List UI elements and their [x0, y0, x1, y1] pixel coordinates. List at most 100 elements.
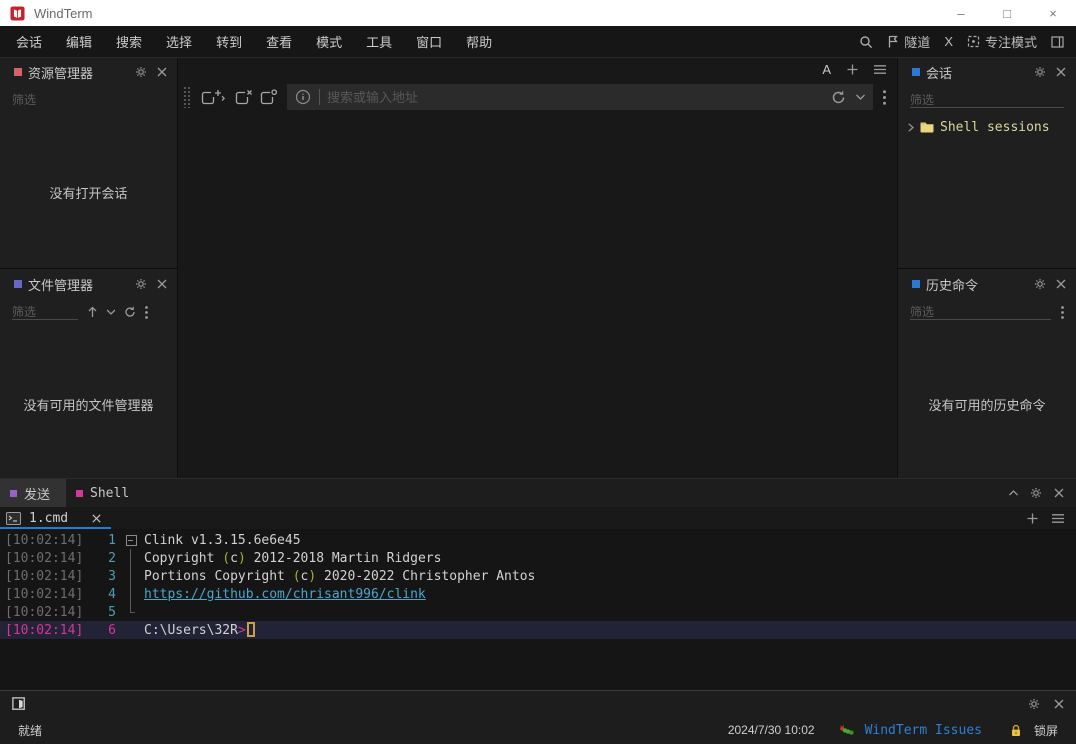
file-manager-panel: 文件管理器 筛选 没有可用的文件管理器	[0, 270, 177, 478]
file-manager-filter-input[interactable]	[12, 304, 78, 320]
info-icon[interactable]	[295, 89, 311, 105]
dock-tab-label: Shell	[90, 485, 130, 501]
history-filter-input[interactable]	[910, 304, 1051, 320]
terminal-text: C:\Users\32R	[144, 623, 238, 638]
menu-item-9[interactable]: 帮助	[454, 26, 504, 57]
session-filter-input[interactable]	[910, 92, 1064, 108]
close-icon[interactable]	[157, 67, 167, 77]
title-bar: WindTerm – □ ×	[0, 0, 1076, 26]
close-icon[interactable]	[1056, 67, 1066, 77]
lock-screen-button[interactable]: 锁屏	[1034, 722, 1058, 739]
window-controls: – □ ×	[938, 0, 1076, 26]
dock-tab-0[interactable]: 发送	[0, 479, 67, 507]
session-panel-title: 会话	[926, 65, 953, 81]
windterm-mono-logo-icon[interactable]	[12, 696, 26, 711]
layout-icon[interactable]	[1051, 35, 1064, 48]
close-icon[interactable]	[1054, 488, 1064, 498]
x-server-button[interactable]: X	[944, 34, 953, 49]
terminal-text: Copyright	[144, 550, 223, 566]
menu-item-8[interactable]: 窗口	[404, 26, 454, 57]
close-icon[interactable]	[1054, 699, 1064, 709]
font-size-button[interactable]: A	[822, 62, 831, 77]
line-number: 5	[108, 604, 116, 620]
terminal-text: >	[237, 623, 246, 638]
drag-handle[interactable]	[183, 86, 191, 108]
menu-item-3[interactable]: 选择	[154, 26, 204, 57]
close-tab-icon[interactable]	[92, 513, 101, 523]
line-content: Clink v1.3.15.6e6e45	[144, 533, 301, 548]
dock-tab-bar: 发送 Shell	[0, 479, 1076, 507]
chevron-down-icon[interactable]	[856, 94, 865, 100]
refresh-icon[interactable]	[124, 306, 136, 318]
menu-item-2[interactable]: 搜索	[104, 26, 154, 57]
bug-icon	[839, 724, 855, 736]
fold-marker-start[interactable]	[122, 531, 144, 549]
address-bar	[287, 84, 873, 110]
menu-item-6[interactable]: 模式	[304, 26, 354, 57]
terminal-text: 2020-2022 Christopher Antos	[316, 568, 536, 584]
terminal-line: [10:02:14] 2 Copyright (c) 2012-2018 Marti…	[0, 549, 1076, 567]
menu-item-0[interactable]: 会话	[4, 26, 54, 57]
fold-marker-mid	[122, 567, 144, 585]
explorer-filter-input[interactable]	[12, 93, 165, 107]
chevron-down-icon[interactable]	[107, 309, 115, 315]
chevron-right-icon[interactable]	[908, 122, 914, 132]
kebab-menu-icon[interactable]	[145, 305, 148, 319]
close-icon[interactable]	[157, 279, 167, 289]
minimize-button[interactable]: –	[938, 0, 984, 26]
keep-session-button[interactable]	[260, 88, 277, 106]
menu-items: 会话 编辑 搜索 选择 转到 查看 模式 工具 窗口 帮助	[4, 26, 504, 57]
close-icon[interactable]	[1056, 279, 1066, 289]
plus-icon[interactable]	[1027, 513, 1038, 524]
kebab-menu-icon[interactable]	[883, 89, 886, 105]
gear-icon[interactable]	[135, 66, 147, 78]
line-content: C:\Users\32R>	[144, 622, 255, 638]
file-tab-bar: 1.cmd	[0, 507, 1076, 529]
file-tab-1cmd[interactable]: 1.cmd	[0, 507, 112, 529]
windterm-issues-link[interactable]: WindTerm Issues	[865, 723, 982, 738]
maximize-button[interactable]: □	[984, 0, 1030, 26]
close-session-button[interactable]	[235, 89, 252, 106]
hamburger-menu-icon[interactable]	[1052, 513, 1064, 523]
terminal-line: [10:02:14] 6 C:\Users\32R>	[0, 621, 1076, 639]
bottom-dock: 发送 Shell 1.cmd [10:02:14] 1 Clink v1.3.1…	[0, 478, 1076, 690]
kebab-menu-icon[interactable]	[1061, 305, 1064, 319]
dock-tab-label: 发送	[24, 487, 51, 503]
focus-mode-button[interactable]: 专注模式	[967, 32, 1037, 51]
explorer-panel-icon	[14, 68, 22, 76]
new-session-button[interactable]	[201, 89, 227, 106]
explorer-panel-title: 资源管理器	[28, 65, 94, 81]
gear-icon[interactable]	[1030, 487, 1042, 499]
history-panel-title: 历史命令	[926, 277, 979, 293]
menu-item-1[interactable]: 编辑	[54, 26, 104, 57]
menu-item-4[interactable]: 转到	[204, 26, 254, 57]
gear-icon[interactable]	[1028, 698, 1040, 710]
dock-actions	[1009, 487, 1076, 499]
cmd-icon	[6, 511, 21, 525]
tree-item-shell-sessions[interactable]: Shell sessions	[898, 112, 1076, 136]
dock-tab-1[interactable]: Shell	[66, 479, 145, 507]
terminal-text: c	[230, 550, 238, 566]
menu-item-5[interactable]: 查看	[254, 26, 304, 57]
fold-marker-none	[122, 621, 144, 639]
hamburger-menu-icon[interactable]	[874, 65, 886, 74]
line-number: 2	[108, 550, 116, 566]
menu-bar-right: 隧道 X 专注模式	[859, 32, 1076, 51]
dock-tab-icon	[10, 489, 17, 497]
gear-icon[interactable]	[135, 278, 147, 290]
chevron-up-icon[interactable]	[1009, 490, 1018, 496]
close-button[interactable]: ×	[1030, 0, 1076, 26]
terminal-link[interactable]: https://github.com/chrisant996/clink	[144, 587, 426, 602]
terminal[interactable]: [10:02:14] 1 Clink v1.3.15.6e6e45 [10:02:14…	[0, 531, 1076, 661]
plus-icon[interactable]	[847, 64, 858, 75]
tunnel-button[interactable]: 隧道	[887, 32, 930, 51]
explorer-panel: 资源管理器 没有打开会话	[0, 58, 177, 269]
gear-icon[interactable]	[1034, 66, 1046, 78]
menu-item-7[interactable]: 工具	[354, 26, 404, 57]
search-icon[interactable]	[859, 35, 873, 49]
refresh-icon[interactable]	[831, 90, 846, 105]
gear-icon[interactable]	[1034, 278, 1046, 290]
address-input[interactable]	[319, 89, 831, 105]
up-arrow-icon[interactable]	[87, 306, 98, 318]
line-number: 6	[108, 622, 116, 638]
